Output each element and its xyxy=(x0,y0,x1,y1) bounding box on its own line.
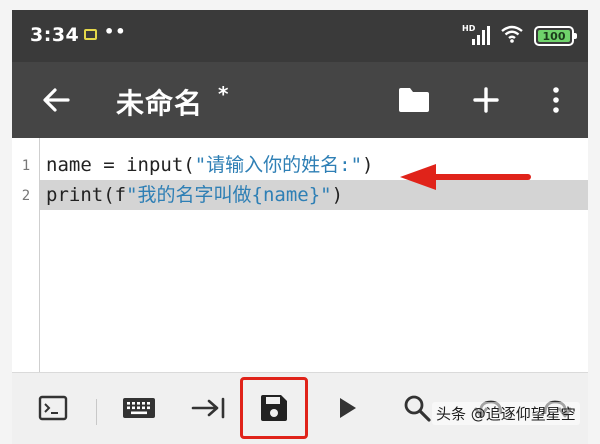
overflow-menu-button[interactable] xyxy=(536,80,576,120)
save-button[interactable] xyxy=(249,383,299,433)
watermark-text: 头条 @追逐仰望星空 xyxy=(432,402,580,425)
plus-icon xyxy=(473,87,499,113)
status-icons: HD 100 xyxy=(462,24,577,48)
modified-marker: * xyxy=(218,82,229,106)
wifi-icon xyxy=(500,24,524,48)
arrow-back-icon xyxy=(43,88,70,112)
code-text: name = input( xyxy=(46,154,195,176)
more-vert-icon xyxy=(553,87,559,113)
cellular-signal-icon: HD xyxy=(462,25,490,47)
terminal-button[interactable] xyxy=(28,383,78,433)
notification-icon xyxy=(84,29,97,40)
code-editor[interactable]: 1 2 name = input("请输入你的姓名:") print(f"我的名… xyxy=(12,138,588,372)
line-number: 1 xyxy=(21,158,31,174)
annotation-arrow-icon xyxy=(400,164,531,190)
terminal-icon xyxy=(38,395,68,421)
line-number: 2 xyxy=(21,188,31,204)
status-bar: 3:34 •• HD 100 xyxy=(12,10,588,62)
back-button[interactable] xyxy=(38,80,74,120)
status-dots: •• xyxy=(104,22,127,41)
file-title: 未命名 xyxy=(116,87,204,120)
keyboard-icon xyxy=(123,398,155,418)
status-time: 3:34 xyxy=(30,24,80,46)
code-text: print(f xyxy=(46,184,127,206)
keyboard-button[interactable] xyxy=(114,383,164,433)
app-bar: 未命名 * xyxy=(12,62,588,138)
line-number-gutter: 1 2 xyxy=(12,138,40,372)
signal-label: HD xyxy=(462,24,476,33)
open-folder-button[interactable] xyxy=(394,80,434,120)
new-file-button[interactable] xyxy=(466,80,506,120)
tab-indent-icon xyxy=(191,397,225,419)
string-literal: "请输入你的姓名:" xyxy=(194,154,363,176)
phone-screen: 3:34 •• HD 100 未命名 * 1 2 name = input("请… xyxy=(12,10,588,444)
code-text: ) xyxy=(331,184,344,206)
indent-button[interactable] xyxy=(184,383,234,433)
toolbar-divider xyxy=(96,399,97,425)
screenshot-frame: 3:34 •• HD 100 未命名 * 1 2 name = input("请… xyxy=(0,0,600,444)
battery-icon: 100 xyxy=(534,26,577,46)
run-button[interactable] xyxy=(322,383,372,433)
folder-icon xyxy=(399,88,429,112)
run-icon xyxy=(340,398,356,418)
string-literal: "我的名字叫做{name}" xyxy=(126,184,332,206)
search-icon xyxy=(404,395,431,422)
save-icon xyxy=(261,395,287,421)
battery-level: 100 xyxy=(542,29,566,43)
code-text: ) xyxy=(362,154,374,176)
